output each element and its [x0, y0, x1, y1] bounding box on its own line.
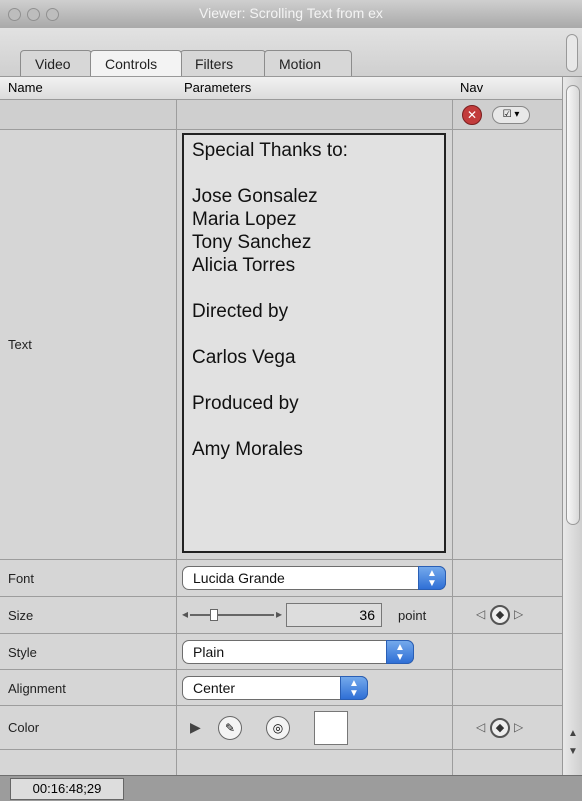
- param-label-text: Text: [8, 337, 32, 352]
- color-wheel-icon[interactable]: ◎: [266, 716, 290, 740]
- style-popup-value: Plain: [193, 644, 225, 660]
- size-unit-label: point: [398, 608, 427, 623]
- tab-video[interactable]: Video: [20, 50, 92, 76]
- slider-thumb[interactable]: [210, 609, 218, 621]
- updown-arrows-icon: ▲ ▼: [340, 676, 368, 700]
- timecode-field[interactable]: 00:16:48;29: [10, 778, 124, 800]
- color-swatch[interactable]: [314, 711, 348, 745]
- eyedropper-icon[interactable]: ✎: [218, 716, 242, 740]
- disclosure-triangle-icon[interactable]: ▶: [190, 719, 201, 736]
- param-row-style: Style Plain ▲ ▼: [0, 634, 562, 670]
- alignment-popup-value: Center: [193, 680, 236, 696]
- column-header-row: Name Parameters Nav: [0, 77, 562, 100]
- param-row-size: Size ◂ ▸ 36 point ◁ ◆ ▷: [0, 597, 562, 634]
- text-content-field[interactable]: Special Thanks to: Jose Gonsalez Maria L…: [182, 133, 446, 553]
- header-controls-row: ✕ ☑ ▾: [0, 100, 562, 130]
- param-row-alignment: Alignment Center ▲ ▼: [0, 670, 562, 706]
- keyframe-menu-button[interactable]: ☑ ▾: [492, 106, 530, 124]
- scroll-up-arrow-icon[interactable]: ▲: [566, 727, 580, 741]
- param-row-color: Color ▶ ✎ ◎ ◁ ◆ ▷: [0, 706, 562, 750]
- param-row-font: Font Lucida Grande ▲ ▼: [0, 560, 562, 597]
- prev-keyframe-icon[interactable]: ◁: [476, 720, 485, 734]
- tab-bar: Video Controls Filters Motion: [0, 28, 582, 77]
- column-header-name[interactable]: Name: [8, 80, 43, 95]
- column-header-parameters[interactable]: Parameters: [184, 80, 251, 95]
- slider-right-arrow-icon[interactable]: ▸: [276, 607, 282, 621]
- size-slider[interactable]: ◂ ▸: [182, 607, 282, 621]
- param-label-font: Font: [8, 571, 35, 586]
- keyframe-diamond-icon[interactable]: ◆: [490, 718, 510, 738]
- alignment-popup[interactable]: Center ▲ ▼: [182, 676, 368, 700]
- toolbar-toggle-button[interactable]: [566, 34, 578, 72]
- font-popup-value: Lucida Grande: [193, 570, 285, 586]
- param-label-size: Size: [8, 608, 34, 623]
- updown-arrows-icon: ▲ ▼: [418, 566, 446, 590]
- param-row-partial: [0, 750, 562, 775]
- style-popup[interactable]: Plain ▲ ▼: [182, 640, 414, 664]
- param-label-color: Color: [8, 720, 40, 735]
- vertical-scrollbar[interactable]: ▲ ▼: [562, 77, 582, 775]
- reset-button[interactable]: ✕: [462, 105, 482, 125]
- window-title: Viewer: Scrolling Text from ex: [199, 5, 383, 21]
- param-label-alignment: Alignment: [8, 681, 66, 696]
- keyframe-diamond-icon[interactable]: ◆: [490, 605, 510, 625]
- param-row-text: Text Special Thanks to: Jose Gonsalez Ma…: [0, 130, 562, 560]
- slider-track: [190, 614, 274, 616]
- status-bar: 00:16:48;29: [0, 775, 582, 801]
- parameter-grid: Name Parameters Nav ✕ ☑ ▾ Text Special T…: [0, 77, 562, 775]
- size-value-field[interactable]: 36: [286, 603, 382, 627]
- window-titlebar: Viewer: Scrolling Text from ex: [0, 0, 582, 29]
- param-label-style: Style: [8, 645, 37, 660]
- prev-keyframe-icon[interactable]: ◁: [476, 607, 485, 621]
- tab-controls[interactable]: Controls: [90, 50, 182, 76]
- scrollbar-thumb[interactable]: [566, 85, 580, 525]
- updown-arrows-icon: ▲ ▼: [386, 640, 414, 664]
- tab-motion[interactable]: Motion: [264, 50, 352, 76]
- column-header-nav[interactable]: Nav: [460, 80, 483, 95]
- next-keyframe-icon[interactable]: ▷: [514, 720, 523, 734]
- font-popup[interactable]: Lucida Grande ▲ ▼: [182, 566, 446, 590]
- next-keyframe-icon[interactable]: ▷: [514, 607, 523, 621]
- tab-filters[interactable]: Filters: [180, 50, 266, 76]
- slider-left-arrow-icon[interactable]: ◂: [182, 607, 188, 621]
- scroll-down-arrow-icon[interactable]: ▼: [566, 745, 580, 759]
